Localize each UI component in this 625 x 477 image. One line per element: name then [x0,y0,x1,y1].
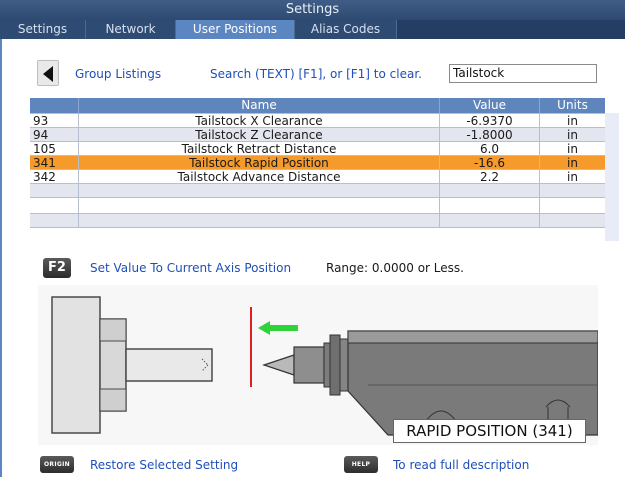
row-units: in [567,114,578,128]
row-value: -16.6 [440,156,540,170]
diagram-caption: RAPID POSITION (341) [393,419,586,443]
f2-key-icon[interactable]: F2 [43,258,71,278]
table-header: Name Value Units [30,98,605,113]
row-name [79,214,440,227]
row-value: 2.2 [440,170,540,184]
origin-key-icon[interactable]: ORIGIN [40,456,74,473]
row-name: Tailstock Advance Distance [79,170,440,184]
row-name: Tailstock X Clearance [79,114,440,128]
column-units-header: Units [557,98,588,112]
help-description-label[interactable]: To read full description [393,458,529,472]
row-number: 93 [30,114,79,128]
row-name [79,184,440,197]
table-row[interactable]: 94 Tailstock Z Clearance -1.8000 in [30,127,605,142]
table-row-empty[interactable] [30,213,605,227]
range-text: Range: 0.0000 or Less. [326,261,464,275]
arrow-left-icon [43,66,53,82]
table-scrollbar[interactable] [605,113,619,241]
table-row-empty[interactable] [30,197,605,213]
row-number: 341 [30,156,79,170]
column-value-header: Value [440,98,540,113]
row-number [30,198,79,213]
row-name: Tailstock Z Clearance [79,128,440,142]
table-row[interactable]: 105 Tailstock Retract Distance 6.0 in [30,141,605,156]
row-value [440,198,540,213]
settings-table: Name Value Units 93 Tailstock X Clearanc… [30,98,605,228]
row-name [79,198,440,213]
row-value: 6.0 [440,142,540,156]
tab-alias-codes[interactable]: Alias Codes [295,20,397,39]
row-units [540,214,605,227]
table-row-selected[interactable]: 341 Tailstock Rapid Position -16.6 in [30,155,605,170]
row-units: in [567,128,578,142]
row-units: in [567,156,578,170]
row-number: 105 [30,142,79,156]
row-number [30,184,79,197]
table-row[interactable]: 93 Tailstock X Clearance -6.9370 in [30,113,605,128]
row-number [30,214,79,227]
row-value [440,184,540,197]
tab-network[interactable]: Network [86,20,176,39]
row-name: Tailstock Rapid Position [79,156,440,170]
row-value: -6.9370 [440,114,540,128]
f2-action-label[interactable]: Set Value To Current Axis Position [90,261,291,275]
row-value [440,214,540,227]
table-row[interactable]: 342 Tailstock Advance Distance 2.2 in [30,169,605,184]
row-units: in [567,142,578,156]
row-units: in [567,170,578,184]
column-name-header: Name [79,98,440,113]
row-number: 342 [30,170,79,184]
row-value: -1.8000 [440,128,540,142]
table-bottom-border [30,227,605,228]
tab-bar: Settings Network User Positions Alias Co… [0,20,625,39]
back-button[interactable] [37,60,59,86]
workpiece-icon [125,348,213,382]
row-number: 94 [30,128,79,142]
column-number-header [30,98,79,113]
restore-setting-label[interactable]: Restore Selected Setting [90,458,238,472]
search-input[interactable]: Tailstock [449,64,597,83]
window-title: Settings [0,0,625,20]
tab-bar-filler [397,20,625,39]
search-hint: Search (TEXT) [F1], or [F1] to clear. [210,67,422,81]
tab-user-positions[interactable]: User Positions [176,20,295,39]
group-listings-link[interactable]: Group Listings [75,67,161,81]
row-units [540,184,605,197]
row-name: Tailstock Retract Distance [79,142,440,156]
row-units [540,198,605,213]
table-row-empty[interactable] [30,183,605,197]
tab-settings[interactable]: Settings [0,20,86,39]
help-key-icon[interactable]: HELP [344,456,378,473]
